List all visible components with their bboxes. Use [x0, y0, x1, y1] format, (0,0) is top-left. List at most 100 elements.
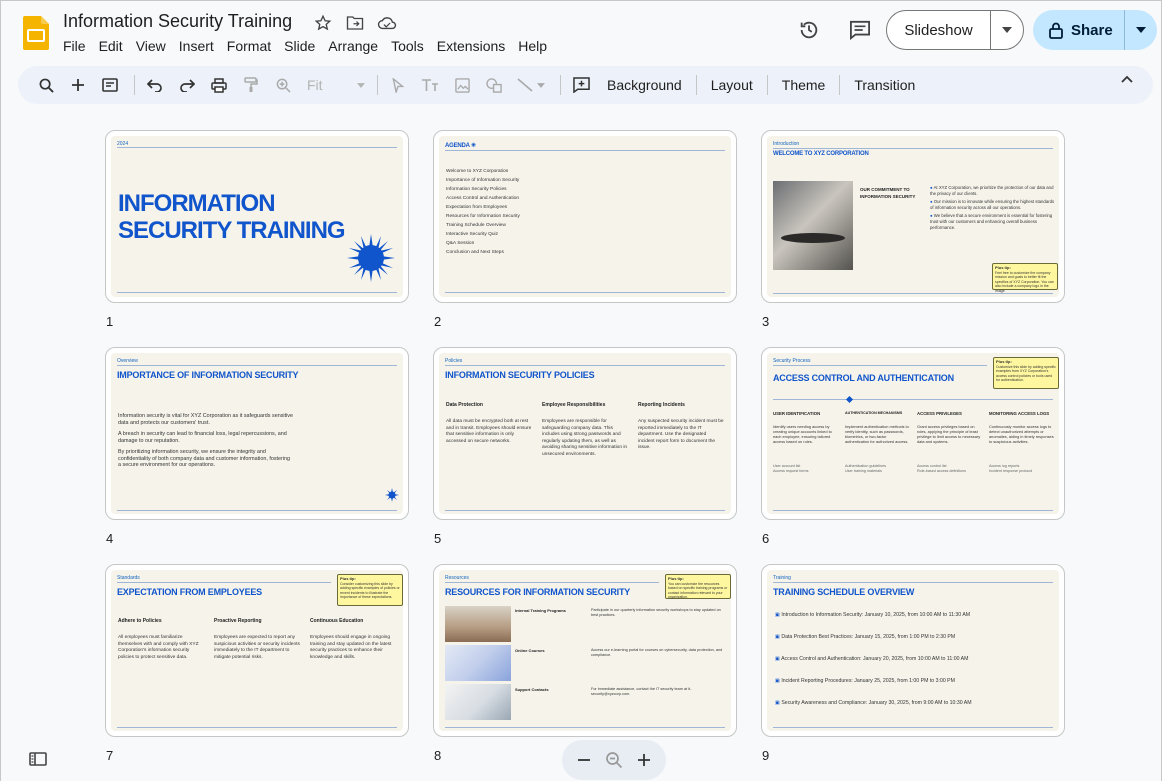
slide-tag: Overview: [117, 358, 138, 364]
agenda-item: Expectation from Employees: [446, 205, 508, 210]
paragraph: By prioritizing information security, we…: [118, 448, 290, 469]
slide-5: Policies INFORMATION SECURITY POLICIES D…: [439, 353, 731, 514]
paint-roller-icon: [244, 77, 258, 92]
column-heading: ACCESS PRIVILEGES: [917, 411, 962, 416]
slide-number: 7: [106, 748, 114, 763]
zoom-fit-select[interactable]: Fit: [301, 77, 371, 93]
slide-number: 4: [106, 531, 114, 546]
chevron-down-icon: [1002, 27, 1012, 33]
schedule-text: Introduction to Information Security: Ja…: [781, 612, 971, 618]
line-tool-button[interactable]: [512, 71, 550, 99]
slideshow-button-group: Slideshow: [886, 10, 1024, 50]
bullet-text: We believe that a secure environment is …: [930, 213, 1053, 230]
tip-text: Customize this slide by adding specific …: [996, 364, 1056, 383]
slide-thumbnail-9[interactable]: Training TRAINING SCHEDULE OVERVIEW ▣ In…: [761, 564, 1065, 737]
cloud-saved-icon[interactable]: [377, 13, 397, 33]
paint-format-button[interactable]: [237, 71, 265, 99]
version-history-icon[interactable]: [798, 19, 820, 41]
menu-file[interactable]: File: [63, 37, 93, 56]
search-icon: [39, 78, 54, 93]
agenda-item: Interactive Security Quiz: [446, 232, 498, 237]
resource-heading: Internal Training Programs: [515, 608, 566, 613]
slide-thumbnail-2[interactable]: AGENDA ✳ Welcome to XYZ Corporation Impo…: [433, 130, 737, 303]
resource-heading: Online Courses: [515, 648, 545, 653]
menu-edit[interactable]: Edit: [99, 37, 130, 56]
share-options-dropdown[interactable]: [1125, 27, 1157, 33]
column-links: User account list Access request forms: [773, 464, 809, 473]
starburst-decoration-icon: [385, 488, 399, 502]
menu-format[interactable]: Format: [227, 37, 278, 56]
undo-button[interactable]: [141, 71, 169, 99]
slideshow-options-dropdown[interactable]: [991, 27, 1023, 33]
background-button[interactable]: Background: [599, 77, 690, 93]
agenda-item: Information Security Policies: [446, 187, 507, 192]
filmstrip-toggle-icon[interactable]: [29, 752, 47, 766]
slide-number: 1: [106, 314, 114, 329]
column-heading: AUTHENTICATION MECHANISMS: [845, 411, 903, 415]
slide-thumbnail-1[interactable]: 2024 INFORMATION SECURITY TRAINING: [105, 130, 409, 303]
lock-icon: [1049, 22, 1063, 39]
new-slide-button[interactable]: [64, 71, 92, 99]
column-text: All data must be encrypted both at rest …: [446, 419, 532, 444]
bullet-item: ● Our mission is to innovate while ensur…: [930, 199, 1055, 210]
slides-logo-icon[interactable]: [23, 16, 49, 50]
insert-image-button[interactable]: [448, 71, 476, 99]
slide-thumbnail-5[interactable]: Policies INFORMATION SECURITY POLICIES D…: [433, 347, 737, 520]
zoom-out-button[interactable]: [577, 753, 591, 767]
slide-3: Introduction WELCOME TO XYZ CORPORATION …: [767, 136, 1059, 297]
menu-help[interactable]: Help: [518, 37, 554, 56]
document-title[interactable]: Information Security Training: [63, 11, 292, 32]
slide-tag: Policies: [445, 358, 463, 364]
text-box-button[interactable]: [416, 71, 444, 99]
menu-view[interactable]: View: [136, 37, 173, 56]
paragraph: Information security is vital for XYZ Co…: [118, 413, 293, 426]
slideshow-button[interactable]: Slideshow: [887, 22, 990, 39]
slide-thumbnail-3[interactable]: Introduction WELCOME TO XYZ CORPORATION …: [761, 130, 1065, 303]
shape-button[interactable]: [480, 71, 508, 99]
search-menus-button[interactable]: [32, 71, 60, 99]
column-text: Grant access privileges based on roles, …: [917, 424, 981, 444]
slide-tag: Security Process: [773, 358, 811, 364]
bullet-text: Our mission is to innovate while ensurin…: [930, 199, 1055, 210]
agenda-item: Training Schedule Overview: [446, 223, 506, 228]
comments-icon[interactable]: [849, 20, 871, 40]
slide-number: 3: [762, 314, 770, 329]
share-button-group: Share: [1033, 10, 1157, 50]
plus-tip-note: Plus tip: Consider customizing this slide…: [337, 574, 403, 606]
column-text: Any suspected security incident must be …: [638, 419, 724, 450]
move-folder-icon[interactable]: [345, 13, 365, 33]
schedule-item: ▣ Access Control and Authentication: Jan…: [775, 656, 969, 662]
slide-title: INFORMATION SECURITY POLICIES: [445, 370, 595, 380]
transition-button[interactable]: Transition: [846, 77, 923, 93]
plus-tip-note: Plus tip: Customize this slide by adding …: [993, 357, 1059, 389]
print-button[interactable]: [205, 71, 233, 99]
slide-layout-select-button[interactable]: [96, 71, 124, 99]
menu-insert[interactable]: Insert: [179, 37, 221, 56]
theme-button[interactable]: Theme: [774, 77, 834, 93]
column-text: Employees should engage in ongoing train…: [310, 635, 392, 660]
redo-button[interactable]: [173, 71, 201, 99]
slide-thumbnail-6[interactable]: Security Process Plus tip: Customize this…: [761, 347, 1065, 520]
schedule-text: Security Awareness and Compliance: Janua…: [781, 700, 972, 706]
menu-tools[interactable]: Tools: [391, 37, 431, 56]
zoom-reset-icon[interactable]: [605, 751, 623, 769]
meeting-photo: [773, 181, 853, 270]
slide-thumbnail-4[interactable]: Overview IMPORTANCE OF INFORMATION SECUR…: [105, 347, 409, 520]
zoom-button[interactable]: [269, 71, 297, 99]
star-icon[interactable]: [313, 13, 333, 33]
slide-tag: Training: [773, 575, 791, 581]
slide-thumbnail-7[interactable]: Standards Plus tip: Consider customizing …: [105, 564, 409, 737]
resource-text: Participate in our quarterly information…: [591, 608, 721, 617]
zoom-in-button[interactable]: [637, 753, 651, 767]
slide-thumbnail-8[interactable]: Resources Plus tip: You can customize the…: [433, 564, 737, 737]
add-comment-button[interactable]: [567, 71, 595, 99]
menu-arrange[interactable]: Arrange: [328, 37, 385, 56]
starburst-decoration-icon: [347, 234, 395, 282]
collapse-menus-icon[interactable]: [1121, 75, 1133, 83]
layout-button[interactable]: Layout: [703, 77, 761, 93]
select-tool-button[interactable]: [384, 71, 412, 99]
menu-extensions[interactable]: Extensions: [437, 37, 512, 56]
slide-8: Resources Plus tip: You can customize the…: [439, 570, 731, 731]
menu-slide[interactable]: Slide: [284, 37, 322, 56]
share-button[interactable]: Share: [1033, 22, 1124, 39]
